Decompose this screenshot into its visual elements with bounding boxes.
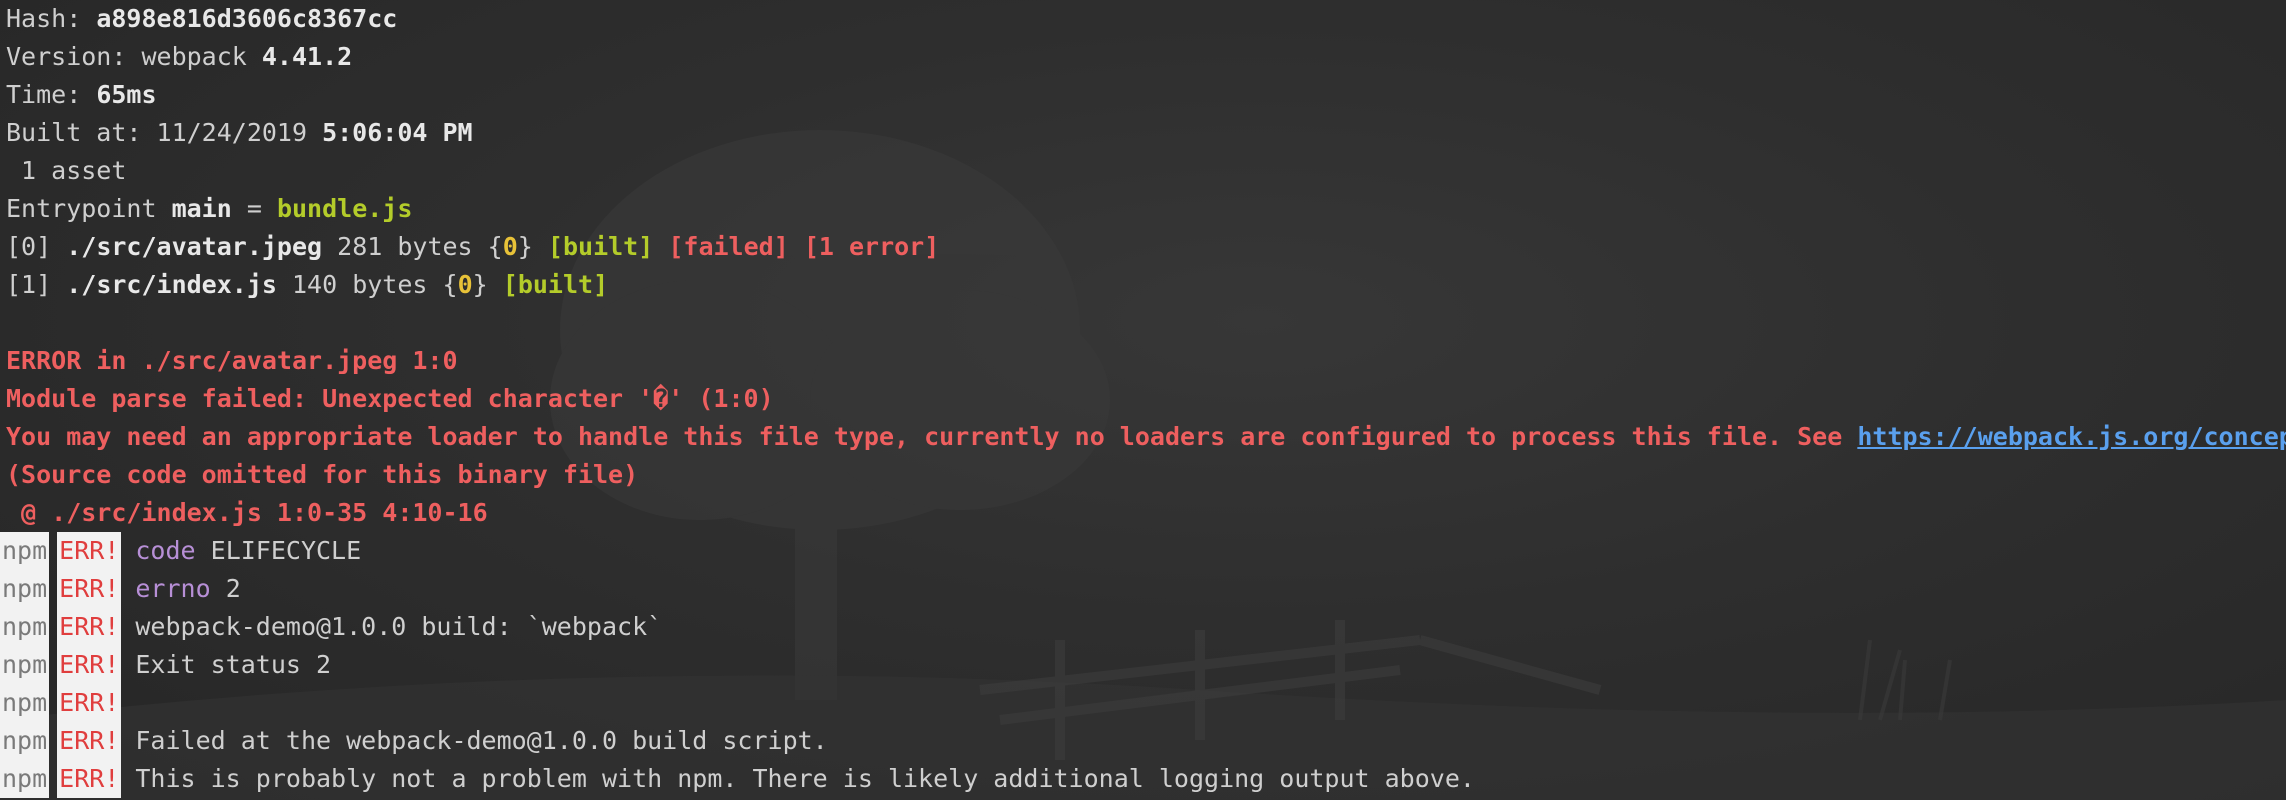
asset-count-line: 1 asset (6, 152, 2286, 190)
npm-err-value: This is probably not a problem with npm.… (135, 764, 1475, 793)
module-index: [0] (6, 232, 52, 261)
module-chunk: 0 (457, 270, 473, 299)
asset-count: 1 asset (6, 156, 127, 185)
npm-tag: npm (0, 646, 50, 684)
module-path: ./src/avatar.jpeg (66, 232, 323, 261)
err-tag: ERR! (57, 684, 122, 722)
npm-err-value: Failed at the webpack-demo@1.0.0 build s… (135, 726, 828, 755)
npm-err-value: Exit status 2 (135, 650, 332, 679)
entrypoint-line: Entrypoint main = bundle.js (6, 190, 2286, 228)
npm-err-value: webpack-demo@1.0.0 build: `webpack` (135, 612, 663, 641)
npm-err-value: 2 (210, 574, 241, 603)
built-at-time: 5:06:04 PM (322, 118, 473, 147)
npm-tag: npm (0, 722, 50, 760)
terminal-window[interactable]: Hash: a898e816d3606c8367cc Version: webp… (0, 0, 2286, 800)
module-built-flag: [built] (502, 270, 609, 299)
err-tag: ERR! (57, 760, 122, 798)
npm-err-line: npm ERR! This is probably not a problem wi… (0, 760, 2286, 798)
module-error-count: [1 error] (803, 232, 940, 261)
hash-line: Hash: a898e816d3606c8367cc (6, 0, 2286, 38)
built-at-label: Built at: 11/24/2019 (6, 118, 323, 147)
error-heading: ERROR in ./src/avatar.jpeg 1:0 (6, 346, 458, 375)
npm-err-line: npm ERR! Failed at the webpack-demo@1.0.0 … (0, 722, 2286, 760)
entrypoint-name: main (171, 194, 232, 223)
module-path: ./src/index.js (66, 270, 277, 299)
err-tag: ERR! (57, 532, 122, 570)
entrypoint-label: Entrypoint (6, 194, 172, 223)
time-value: 65ms (96, 80, 157, 109)
entrypoint-equals: = (231, 194, 277, 223)
chunk-brace-close: } (472, 270, 488, 299)
error-loader-message: You may need an appropriate loader to ha… (6, 422, 1858, 451)
built-at-line: Built at: 11/24/2019 5:06:04 PM (6, 114, 2286, 152)
err-tag: ERR! (57, 646, 122, 684)
chunk-brace-open: { (487, 232, 503, 261)
time-label: Time: (6, 80, 97, 109)
npm-err-line: npm ERR! code ELIFECYCLE (0, 532, 2286, 570)
err-tag: ERR! (57, 722, 122, 760)
module-line: [1] ./src/index.js 140 bytes {0} [built] (6, 266, 2286, 304)
npm-err-line: npm ERR! (0, 684, 2286, 722)
npm-err-value: ELIFECYCLE (195, 536, 362, 565)
npm-err-key: code (135, 536, 196, 565)
chunk-brace-open: { (442, 270, 458, 299)
npm-tag: npm (0, 760, 50, 798)
npm-tag: npm (0, 608, 50, 646)
terminal-output: Hash: a898e816d3606c8367cc Version: webp… (0, 0, 2286, 798)
module-size: 140 bytes (276, 270, 443, 299)
err-tag: ERR! (57, 608, 122, 646)
hash-label: Hash: (6, 4, 97, 33)
version-label: Version: webpack (6, 42, 262, 71)
chunk-brace-close: } (517, 232, 533, 261)
hash-value: a898e816d3606c8367cc (96, 4, 398, 33)
version-value: 4.41.2 (261, 42, 353, 71)
module-line: [0] ./src/avatar.jpeg 281 bytes {0} [bui… (6, 228, 2286, 266)
version-line: Version: webpack 4.41.2 (6, 38, 2286, 76)
module-failed-flag: [failed] (668, 232, 789, 261)
npm-err-line: npm ERR! Exit status 2 (0, 646, 2286, 684)
npm-err-line: npm ERR! webpack-demo@1.0.0 build: `webpac… (0, 608, 2286, 646)
err-tag: ERR! (57, 570, 122, 608)
entrypoint-file: bundle.js (276, 194, 413, 223)
error-source-omitted: (Source code omitted for this binary fil… (6, 460, 639, 489)
loaders-docs-link[interactable]: https://webpack.js.org/concepts#loaders (1857, 422, 2286, 451)
error-loader-message-line: You may need an appropriate loader to ha… (6, 418, 2286, 456)
module-built-flag: [built] (547, 232, 654, 261)
npm-tag: npm (0, 532, 50, 570)
npm-err-key: errno (135, 574, 211, 603)
npm-tag: npm (0, 570, 50, 608)
npm-err-line: npm ERR! errno 2 (0, 570, 2286, 608)
module-index: [1] (6, 270, 52, 299)
time-line: Time: 65ms (6, 76, 2286, 114)
npm-tag: npm (0, 684, 50, 722)
module-chunk: 0 (502, 232, 518, 261)
error-parse-message: Module parse failed: Unexpected characte… (6, 384, 774, 413)
error-import-trace: @ ./src/index.js 1:0-35 4:10-16 (6, 498, 488, 527)
module-size: 281 bytes (322, 232, 488, 261)
